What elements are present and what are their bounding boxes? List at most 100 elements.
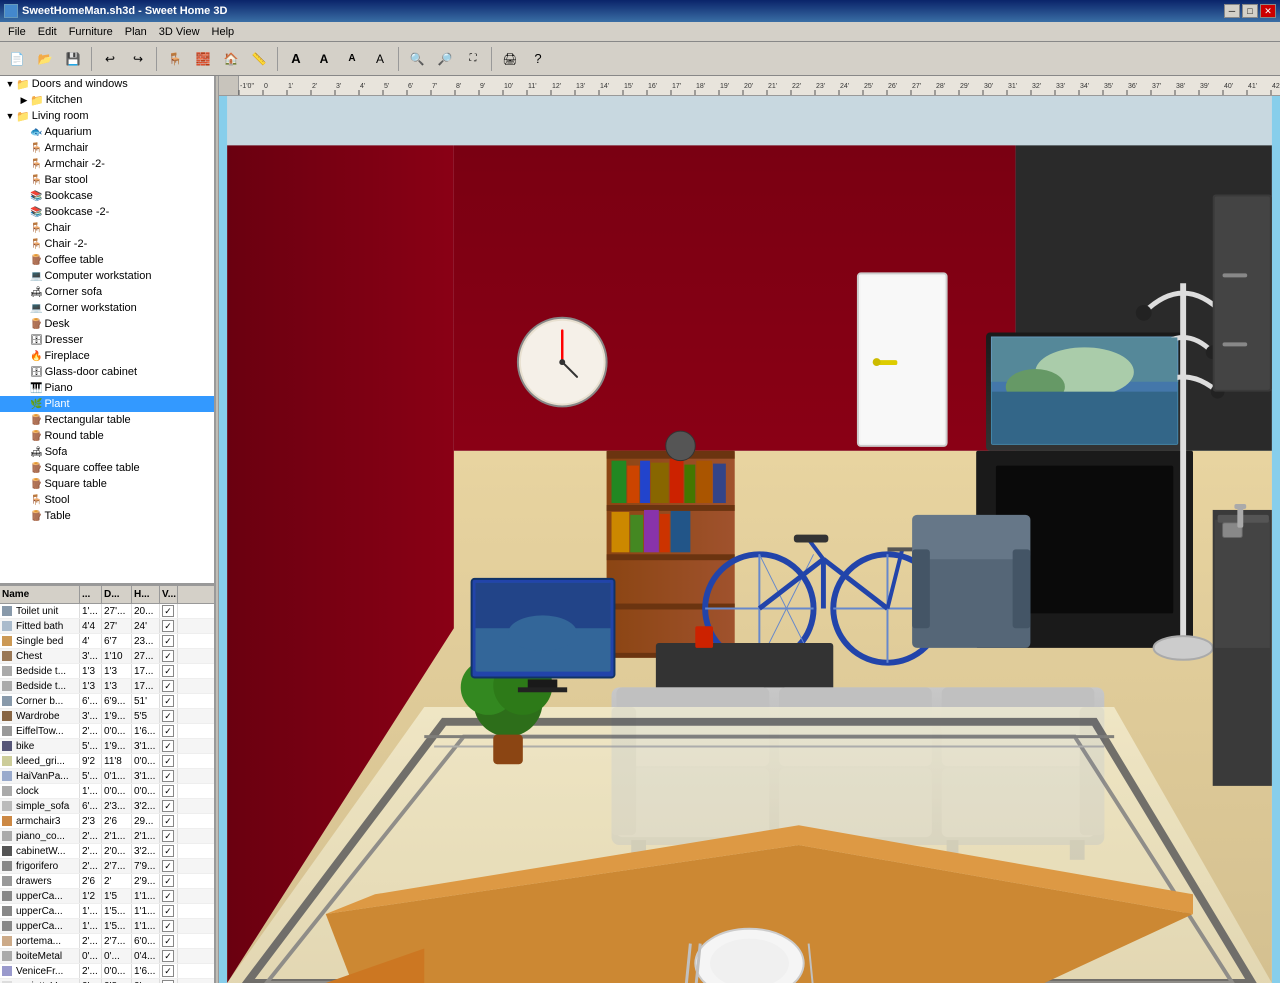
tree-item-cornersofa[interactable]: 🛋 Corner sofa <box>0 284 214 300</box>
tree-item-doors[interactable]: ▼ 📁 Doors and windows <box>0 76 214 92</box>
tree-item-recttable[interactable]: 🪵 Rectangular table <box>0 412 214 428</box>
tree-view[interactable]: ▼ 📁 Doors and windows ▶ 📁 Kitchen ▼ 📁 Li… <box>0 76 214 586</box>
tb-open[interactable]: 📂 <box>32 46 58 72</box>
table-row[interactable]: simple_sofa 6'... 2'3... 3'2... ✓ <box>0 799 214 814</box>
visibility-checkbox[interactable]: ✓ <box>162 935 174 947</box>
tree-item-stool[interactable]: 🪑 Stool <box>0 492 214 508</box>
menu-3dview[interactable]: 3D View <box>153 24 206 40</box>
tb-add-dimension[interactable]: 📏 <box>246 46 272 72</box>
table-row[interactable]: bike 5'... 1'9... 3'1... ✓ <box>0 739 214 754</box>
tb-text-A1[interactable]: A <box>283 46 309 72</box>
menu-furniture[interactable]: Furniture <box>63 24 119 40</box>
visibility-checkbox[interactable]: ✓ <box>162 680 174 692</box>
visibility-checkbox[interactable]: ✓ <box>162 635 174 647</box>
tree-item-armchair2[interactable]: 🪑 Armchair -2- <box>0 156 214 172</box>
tb-redo[interactable]: ↪ <box>125 46 151 72</box>
tb-text-A4[interactable]: A <box>367 46 393 72</box>
table-row[interactable]: assietteV... 0'... 0'8... 0'... ✓ <box>0 979 214 983</box>
visibility-checkbox[interactable]: ✓ <box>162 905 174 917</box>
visibility-checkbox[interactable]: ✓ <box>162 620 174 632</box>
table-row[interactable]: armchair3 2'3 2'6 29... ✓ <box>0 814 214 829</box>
tree-item-compws[interactable]: 💻 Computer workstation <box>0 268 214 284</box>
tb-print[interactable]: 🖨 <box>497 46 523 72</box>
menu-plan[interactable]: Plan <box>119 24 153 40</box>
tree-item-fireplace[interactable]: 🔥 Fireplace <box>0 348 214 364</box>
maximize-button[interactable]: □ <box>1242 4 1258 18</box>
table-row[interactable]: EiffelTow... 2'... 0'0... 1'6... ✓ <box>0 724 214 739</box>
tb-add-room[interactable]: 🏠 <box>218 46 244 72</box>
table-row[interactable]: Corner b... 6'... 6'9... 51' ✓ <box>0 694 214 709</box>
tb-zoom-in[interactable]: 🔍 <box>404 46 430 72</box>
tree-item-desk[interactable]: 🪵 Desk <box>0 316 214 332</box>
properties-table[interactable]: Name ... D... H... V... Toilet unit 1'..… <box>0 586 214 983</box>
tree-item-chair[interactable]: 🪑 Chair <box>0 220 214 236</box>
table-row[interactable]: upperCa... 1'... 1'5... 1'1... ✓ <box>0 919 214 934</box>
table-row[interactable]: frigorifero 2'... 2'7... 7'9... ✓ <box>0 859 214 874</box>
menu-help[interactable]: Help <box>206 24 241 40</box>
table-row[interactable]: HaiVanPa... 5'... 0'1... 3'1... ✓ <box>0 769 214 784</box>
visibility-checkbox[interactable]: ✓ <box>162 665 174 677</box>
tree-item-bookcase[interactable]: 📚 Bookcase <box>0 188 214 204</box>
table-row[interactable]: Bedside t... 1'3 1'3 17... ✓ <box>0 679 214 694</box>
table-row[interactable]: upperCa... 1'2 1'5 1'1... ✓ <box>0 889 214 904</box>
menu-file[interactable]: File <box>2 24 32 40</box>
visibility-checkbox[interactable]: ✓ <box>162 890 174 902</box>
visibility-checkbox[interactable]: ✓ <box>162 785 174 797</box>
tree-item-sqcoffee[interactable]: 🪵 Square coffee table <box>0 460 214 476</box>
visibility-checkbox[interactable]: ✓ <box>162 800 174 812</box>
col-header-v[interactable]: V... <box>160 586 178 603</box>
tree-item-aquarium[interactable]: 🐟 Aquarium <box>0 124 214 140</box>
visibility-checkbox[interactable]: ✓ <box>162 845 174 857</box>
tree-item-barstool[interactable]: 🪑 Bar stool <box>0 172 214 188</box>
table-row[interactable]: Fitted bath 4'4 27' 24' ✓ <box>0 619 214 634</box>
visibility-checkbox[interactable]: ✓ <box>162 875 174 887</box>
tree-item-armchair[interactable]: 🪑 Armchair <box>0 140 214 156</box>
col-header-d[interactable]: D... <box>102 586 132 603</box>
tb-save[interactable]: 💾 <box>60 46 86 72</box>
visibility-checkbox[interactable]: ✓ <box>162 770 174 782</box>
col-header-name[interactable]: Name <box>0 586 80 603</box>
table-row[interactable]: cabinetW... 2'... 2'0... 3'2... ✓ <box>0 844 214 859</box>
tree-item-cornerws[interactable]: 💻 Corner workstation <box>0 300 214 316</box>
tb-undo[interactable]: ↩ <box>97 46 123 72</box>
visibility-checkbox[interactable]: ✓ <box>162 755 174 767</box>
visibility-checkbox[interactable]: ✓ <box>162 830 174 842</box>
tree-item-roundtable[interactable]: 🪵 Round table <box>0 428 214 444</box>
visibility-checkbox[interactable]: ✓ <box>162 920 174 932</box>
visibility-checkbox[interactable]: ✓ <box>162 725 174 737</box>
visibility-checkbox[interactable]: ✓ <box>162 740 174 752</box>
minimize-button[interactable]: ─ <box>1224 4 1240 18</box>
table-row[interactable]: piano_co... 2'... 2'1... 2'1... ✓ <box>0 829 214 844</box>
visibility-checkbox[interactable]: ✓ <box>162 650 174 662</box>
table-row[interactable]: boiteMetal 0'... 0'... 0'4... ✓ <box>0 949 214 964</box>
menu-edit[interactable]: Edit <box>32 24 63 40</box>
tb-add-wall[interactable]: 🧱 <box>190 46 216 72</box>
tree-item-kitchen[interactable]: ▶ 📁 Kitchen <box>0 92 214 108</box>
tree-item-chair2[interactable]: 🪑 Chair -2- <box>0 236 214 252</box>
tree-item-bookcase2[interactable]: 📚 Bookcase -2- <box>0 204 214 220</box>
tb-text-A2[interactable]: A <box>311 46 337 72</box>
tree-item-piano[interactable]: 🎹 Piano <box>0 380 214 396</box>
table-row[interactable]: drawers 2'6 2' 2'9... ✓ <box>0 874 214 889</box>
table-row[interactable]: Single bed 4' 6'7 23... ✓ <box>0 634 214 649</box>
tb-zoom-out[interactable]: 🔎 <box>432 46 458 72</box>
table-row[interactable]: VeniceFr... 2'... 0'0... 1'6... ✓ <box>0 964 214 979</box>
col-header-dots[interactable]: ... <box>80 586 102 603</box>
table-row[interactable]: Bedside t... 1'3 1'3 17... ✓ <box>0 664 214 679</box>
table-row[interactable]: Chest 3'... 1'10 27... ✓ <box>0 649 214 664</box>
table-row[interactable]: Toilet unit 1'... 27'... 20... ✓ <box>0 604 214 619</box>
visibility-checkbox[interactable]: ✓ <box>162 710 174 722</box>
tree-item-livingroom[interactable]: ▼ 📁 Living room <box>0 108 214 124</box>
visibility-checkbox[interactable]: ✓ <box>162 860 174 872</box>
visibility-checkbox[interactable]: ✓ <box>162 815 174 827</box>
3d-view[interactable] <box>219 96 1280 983</box>
tree-item-plant[interactable]: 🌿 Plant <box>0 396 214 412</box>
visibility-checkbox[interactable]: ✓ <box>162 950 174 962</box>
tb-zoom-fit[interactable]: ⛶ <box>460 46 486 72</box>
visibility-checkbox[interactable]: ✓ <box>162 605 174 617</box>
table-row[interactable]: portema... 2'... 2'7... 6'0... ✓ <box>0 934 214 949</box>
tb-text-A3[interactable]: A <box>339 46 365 72</box>
tb-new[interactable]: 📄 <box>4 46 30 72</box>
close-button[interactable]: ✕ <box>1260 4 1276 18</box>
tb-help[interactable]: ? <box>525 46 551 72</box>
